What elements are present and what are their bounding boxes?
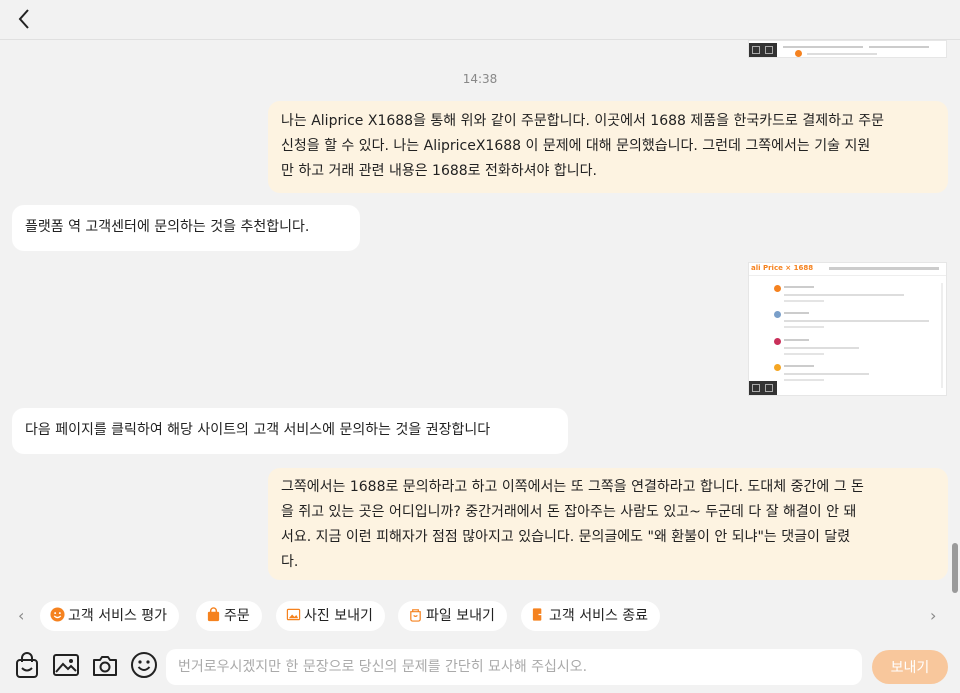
- quick-actions-bar: ‹ 고객 서비스 평가 주문 사진 보내기 파일 보내기 고객 서비스 종료 ›: [0, 596, 960, 636]
- chat-scrollbar[interactable]: [952, 543, 958, 593]
- scroll-left-icon[interactable]: ‹: [18, 606, 24, 625]
- image-icon: [286, 608, 301, 621]
- exit-icon: [532, 608, 546, 621]
- screenshot-logo: ali Price × 1688: [751, 264, 814, 272]
- chevron-left-icon[interactable]: [12, 6, 38, 32]
- message-input[interactable]: [166, 649, 862, 685]
- user-message: 나는 Aliprice X1688을 통해 위와 같이 주문합니다. 이곳에서 …: [268, 101, 948, 193]
- rate-service-button[interactable]: 고객 서비스 평가: [40, 601, 180, 631]
- agent-message: 다음 페이지를 클릭하여 해당 사이트의 고객 서비스에 문의하는 것을 권장합…: [12, 408, 568, 454]
- agent-message: 플랫폼 역 고객센터에 문의하는 것을 추천합니다.: [12, 205, 360, 251]
- file-icon: [410, 609, 421, 622]
- shopping-bag-icon: [207, 607, 220, 622]
- send-button[interactable]: 보내기: [872, 650, 948, 684]
- shopping-bag-icon[interactable]: [13, 651, 41, 679]
- emoji-icon[interactable]: [130, 651, 158, 679]
- smiley-icon: [50, 607, 65, 622]
- composer: 보내기: [0, 636, 960, 693]
- send-file-button[interactable]: 파일 보내기: [398, 601, 507, 631]
- scroll-right-icon[interactable]: ›: [930, 606, 936, 625]
- screenshot-thumbnail[interactable]: ali Price × 1688: [748, 262, 947, 396]
- send-photo-button[interactable]: 사진 보내기: [276, 601, 385, 631]
- message-timestamp: 14:38: [462, 72, 498, 86]
- end-service-button[interactable]: 고객 서비스 종료: [521, 601, 661, 631]
- screenshot-thumbnail-top[interactable]: [748, 40, 947, 58]
- user-message: 그쪽에서는 1688로 문의하라고 하고 이쪽에서는 또 그쪽을 연결하라고 합…: [268, 468, 948, 580]
- order-button[interactable]: 주문: [196, 601, 262, 631]
- camera-icon[interactable]: [91, 651, 119, 679]
- image-icon[interactable]: [52, 651, 80, 679]
- top-bar: [0, 0, 960, 40]
- chat-history[interactable]: 14:38 나는 Aliprice X1688을 통해 위와 같이 주문합니다.…: [0, 40, 960, 596]
